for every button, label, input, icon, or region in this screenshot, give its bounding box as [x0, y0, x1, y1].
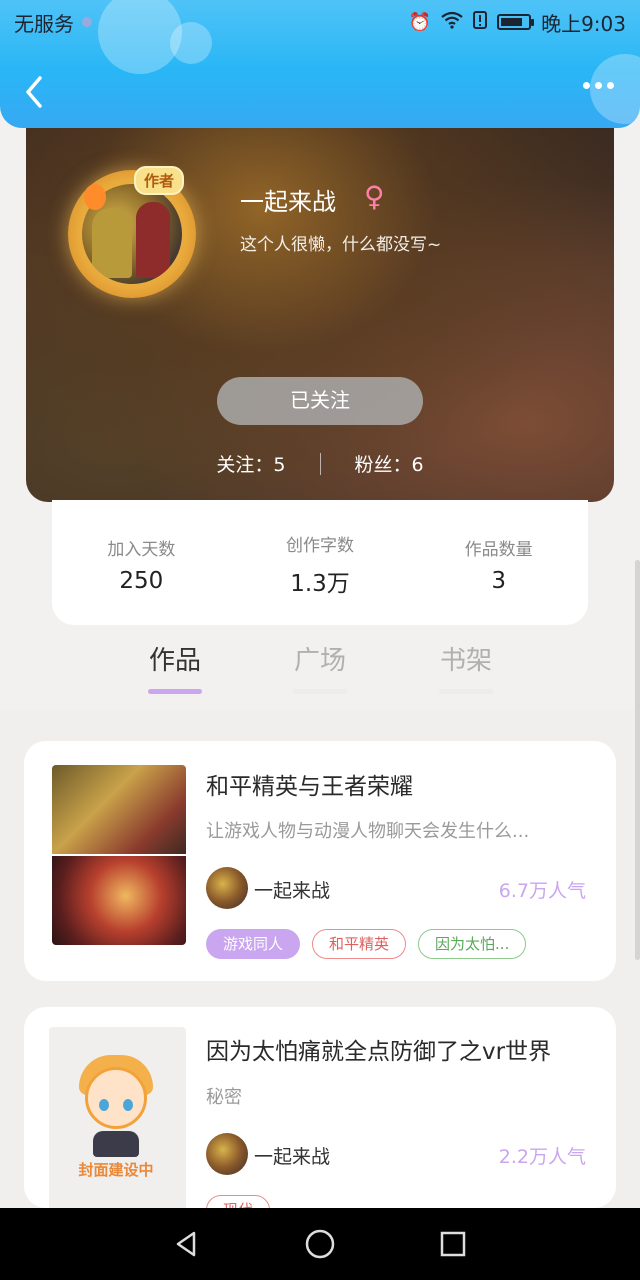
- carrier-label: 无服务: [14, 11, 74, 36]
- tab-plaza[interactable]: 广场: [291, 640, 349, 694]
- tab-indicator: [148, 689, 202, 694]
- followed-button[interactable]: 已关注: [217, 377, 423, 425]
- tag-chip[interactable]: 游戏同人: [206, 929, 301, 959]
- stat-join-days: 加入天数 250: [66, 535, 216, 594]
- stat-label: 加入天数: [107, 540, 176, 560]
- follow-counts: 关注：5 粉丝：6: [26, 450, 614, 477]
- author-name[interactable]: 一起来战: [254, 876, 330, 903]
- system-nav-bar: [0, 1208, 640, 1280]
- wifi-icon: [441, 11, 463, 34]
- tab-bookshelf[interactable]: 书架: [437, 640, 495, 694]
- back-arrow-icon[interactable]: [20, 72, 50, 112]
- popularity-count: 2.2万人气: [498, 1146, 586, 1168]
- status-bar: 无服务 ⏰ 晚上9:03: [0, 0, 640, 44]
- sim-icon: [82, 17, 92, 27]
- work-author-row: 一起来战 2.2万人气: [206, 1133, 586, 1177]
- stat-value: 1.3万: [290, 571, 350, 597]
- nav-home-icon[interactable]: [300, 1224, 340, 1264]
- work-cover-image[interactable]: [52, 765, 186, 945]
- tag-chip[interactable]: 现代: [206, 1195, 271, 1208]
- following-count[interactable]: 关注：5: [182, 450, 319, 477]
- battery-icon: [497, 14, 535, 30]
- work-tags: 现代: [206, 1195, 271, 1208]
- tag-chip[interactable]: 因为太怕...: [418, 929, 527, 959]
- stat-word-count: 创作字数 1.3万: [245, 531, 395, 598]
- author-avatar[interactable]: [206, 1133, 248, 1175]
- profile-card: 作者 一起来战 ♀ 这个人很懒，什么都没写~ 已关注 关注：5 粉丝：6: [26, 110, 614, 502]
- author-badge: 作者: [134, 166, 185, 195]
- tab-works[interactable]: 作品: [146, 640, 204, 694]
- nav-recents-icon[interactable]: [433, 1224, 473, 1264]
- tab-indicator: [293, 689, 347, 694]
- stats-card: 加入天数 250 创作字数 1.3万 作品数量 3: [52, 500, 588, 625]
- work-card[interactable]: 封面建设中 因为太怕痛就全点防御了之vr世界 秘密 一起来战 2.2万人气 现代: [24, 1007, 616, 1208]
- scrollbar[interactable]: [635, 560, 640, 960]
- stat-value: 3: [491, 568, 506, 594]
- work-description: 让游戏人物与动漫人物聊天会发生什么...: [206, 821, 530, 842]
- more-dots-icon[interactable]: [583, 82, 614, 89]
- clock-time: 晚上9:03: [541, 11, 626, 36]
- author-avatar[interactable]: [206, 867, 248, 909]
- stat-label: 创作字数: [285, 536, 354, 556]
- profile-bio: 这个人很懒，什么都没写~: [240, 235, 442, 255]
- tab-label: 作品: [148, 646, 201, 676]
- stat-label: 作品数量: [464, 540, 533, 560]
- work-card[interactable]: 和平精英与王者荣耀 让游戏人物与动漫人物聊天会发生什么... 一起来战 6.7万…: [24, 741, 616, 981]
- nav-back-icon[interactable]: [167, 1224, 207, 1264]
- profile-name: 一起来战: [240, 188, 336, 216]
- tab-bar: 作品 广场 书架: [0, 640, 640, 706]
- female-gender-icon: ♀: [364, 180, 385, 213]
- tab-label: 书架: [439, 646, 492, 676]
- cover-placeholder-text: 封面建设中: [78, 1161, 154, 1179]
- work-title[interactable]: 因为太怕痛就全点防御了之vr世界: [206, 1032, 551, 1066]
- balloon-icon: [84, 184, 106, 210]
- followers-count[interactable]: 粉丝：6: [321, 450, 458, 477]
- alert-icon: [473, 10, 488, 34]
- popularity-count: 6.7万人气: [498, 880, 586, 902]
- decor-bubble: [590, 54, 640, 124]
- work-description: 秘密: [206, 1087, 242, 1108]
- author-name[interactable]: 一起来战: [254, 1142, 330, 1169]
- tab-indicator: [439, 689, 493, 694]
- work-cover-placeholder[interactable]: 封面建设中: [49, 1027, 186, 1208]
- stat-value: 250: [119, 568, 164, 594]
- work-author-row: 一起来战 6.7万人气: [206, 867, 586, 911]
- tag-chip[interactable]: 和平精英: [312, 929, 407, 959]
- alarm-icon: ⏰: [408, 11, 432, 33]
- tab-label: 广场: [293, 646, 346, 676]
- work-tags: 游戏同人 和平精英 因为太怕...: [206, 929, 527, 959]
- stat-works-count: 作品数量 3: [424, 535, 574, 594]
- app-header: 无服务 ⏰ 晚上9:03: [0, 0, 640, 128]
- work-title[interactable]: 和平精英与王者荣耀: [206, 767, 413, 801]
